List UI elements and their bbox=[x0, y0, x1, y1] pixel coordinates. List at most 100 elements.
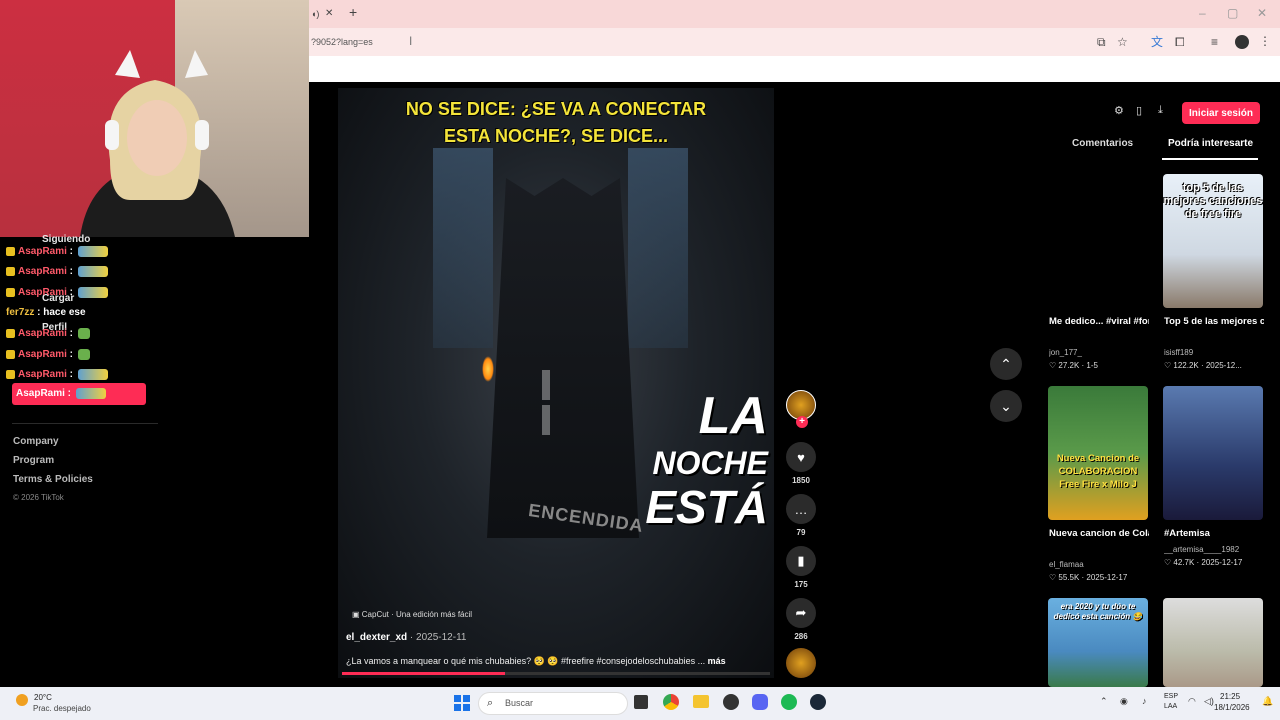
subscriber-badge-icon bbox=[6, 267, 15, 276]
tray-mic-icon[interactable]: ♪ bbox=[1142, 696, 1147, 706]
download-icon[interactable]: ⤓ bbox=[1158, 104, 1163, 117]
comment-action[interactable]: … 79 bbox=[784, 494, 818, 537]
video-card-author[interactable]: jon_177_ bbox=[1049, 348, 1149, 357]
video-author[interactable]: el_dexter_xd bbox=[346, 632, 407, 643]
next-video-button[interactable]: ⌄ bbox=[990, 390, 1022, 422]
tab-search-icon[interactable]: ≡ bbox=[1211, 35, 1218, 49]
chat-message: AsapRami : bbox=[6, 328, 90, 339]
tab-interesting[interactable]: Podría interesarte bbox=[1168, 138, 1253, 149]
video-thumbnail[interactable]: Nueva Cancion de COLABORACION Free Fire … bbox=[1048, 386, 1148, 520]
spotify-icon[interactable] bbox=[781, 694, 797, 710]
weather-desc[interactable]: Prac. despejado bbox=[33, 704, 91, 713]
translate-icon[interactable]: 文 bbox=[1151, 35, 1163, 49]
clock-date[interactable]: 18/1/2026 bbox=[1214, 703, 1250, 712]
video-card-title[interactable]: #Artemisa bbox=[1164, 528, 1264, 539]
keyboard-lang-2[interactable]: LAA bbox=[1164, 703, 1177, 710]
footer-link-company[interactable]: Company bbox=[13, 436, 93, 447]
windows-start-icon[interactable] bbox=[454, 695, 470, 711]
weather-temp[interactable]: 20°C bbox=[34, 693, 52, 702]
caption-more-button[interactable]: más bbox=[708, 656, 726, 666]
tray-chevron-icon[interactable]: ⌃ bbox=[1100, 696, 1108, 707]
emote-icon bbox=[77, 349, 90, 360]
sound-disc-icon[interactable] bbox=[786, 648, 816, 678]
save-action[interactable]: ▮ 175 bbox=[784, 546, 818, 589]
new-tab-button[interactable]: + bbox=[349, 5, 357, 19]
video-thumbnail[interactable]: top 5 de las mejores canciones de free f… bbox=[1163, 174, 1263, 308]
sidebar-divider bbox=[12, 423, 158, 424]
discord-icon[interactable] bbox=[752, 694, 768, 710]
chat-separator: : bbox=[66, 246, 76, 258]
video-player[interactable]: NO SE DICE: ¿SE VA A CONECTAR ESTA NOCHE… bbox=[338, 88, 774, 678]
headline-line-1: NO SE DICE: ¿SE VA A CONECTAR bbox=[405, 99, 707, 119]
footer-link-terms[interactable]: Terms & Policies bbox=[13, 474, 93, 485]
volume-icon[interactable]: ◁) bbox=[1204, 696, 1214, 707]
tab-comments[interactable]: Comentarios bbox=[1072, 138, 1133, 149]
video-card-stats: ♡ 27.2K · 1-5 bbox=[1049, 361, 1098, 370]
steam-icon[interactable] bbox=[810, 694, 826, 710]
video-card-title[interactable]: Top 5 de las mejores cancion... bbox=[1164, 316, 1264, 327]
emote-icon bbox=[77, 246, 108, 257]
chevron-down-icon: ⌄ bbox=[1000, 397, 1012, 414]
like-action[interactable]: ♥ 1850 bbox=[784, 442, 818, 485]
capcut-label[interactable]: ▣ CapCut · Una edición más fácil bbox=[352, 610, 472, 619]
share-icon[interactable]: ➦ bbox=[786, 598, 816, 628]
minimize-button[interactable]: – bbox=[1199, 6, 1206, 20]
url-text[interactable]: ?9052?lang=es bbox=[311, 37, 373, 47]
nav-following-ghost: Siguiendo bbox=[42, 234, 91, 245]
profile-avatar[interactable] bbox=[1235, 35, 1249, 49]
video-card-author[interactable]: el_flamaa bbox=[1049, 560, 1149, 569]
extensions-icon[interactable]: ⧠ bbox=[1175, 35, 1185, 49]
emote-icon bbox=[77, 287, 108, 298]
progress-fill bbox=[342, 672, 505, 675]
video-card-title[interactable]: Me dedico... #viral #foryoupage... bbox=[1049, 316, 1149, 327]
chat-username: AsapRami bbox=[18, 246, 67, 258]
bookmark-star-icon[interactable]: ☆ bbox=[1117, 35, 1128, 49]
chat-message: fer7zz : hace ese bbox=[6, 307, 86, 318]
heart-icon[interactable]: ♥ bbox=[786, 442, 816, 472]
clock-time[interactable]: 21:25 bbox=[1220, 692, 1240, 701]
maximize-button[interactable]: ▢ bbox=[1227, 6, 1238, 20]
keyboard-lang-1[interactable]: ESP bbox=[1164, 693, 1178, 700]
wifi-icon[interactable]: ◠ bbox=[1188, 696, 1196, 707]
video-thumbnail[interactable] bbox=[1163, 598, 1263, 687]
previous-video-button[interactable]: ⌃ bbox=[990, 348, 1022, 380]
install-app-icon[interactable]: ⧉ bbox=[1097, 35, 1106, 49]
chrome-icon[interactable] bbox=[663, 694, 679, 710]
webcam-overlay bbox=[0, 0, 309, 237]
pause-icon[interactable] bbox=[542, 370, 568, 435]
video-card-title[interactable]: Nueva cancion de Colaboracion de... bbox=[1049, 528, 1149, 539]
app-icon[interactable] bbox=[723, 694, 739, 710]
device-icon[interactable]: ▯ bbox=[1136, 104, 1142, 117]
comment-icon[interactable]: … bbox=[786, 494, 816, 524]
video-thumbnail[interactable] bbox=[1163, 386, 1263, 520]
footer-link-program[interactable]: Program bbox=[13, 455, 93, 466]
video-thumbnail[interactable]: era 2020 y tu dúo te dedicó esta canción… bbox=[1048, 598, 1148, 687]
login-button[interactable]: Iniciar sesión bbox=[1182, 102, 1260, 124]
chat-message: AsapRami : bbox=[6, 287, 108, 298]
video-progress-bar[interactable] bbox=[342, 672, 770, 675]
chat-username: AsapRami bbox=[16, 388, 65, 400]
chat-message: AsapRami : bbox=[6, 266, 108, 277]
video-card-author[interactable]: __artemisa____1982 bbox=[1164, 545, 1264, 554]
search-icon: ⌕ bbox=[487, 697, 494, 709]
stained-glass-window-left bbox=[433, 148, 493, 348]
help-icon[interactable]: ⚙ bbox=[1114, 104, 1124, 117]
close-tab-button[interactable]: ✕ bbox=[325, 7, 333, 21]
bookmark-icon[interactable]: ▮ bbox=[786, 546, 816, 576]
video-caption: ¿La vamos a manquear o qué mis chubabies… bbox=[346, 656, 706, 666]
close-window-button[interactable]: ✕ bbox=[1257, 6, 1267, 20]
taskbar-search-box[interactable]: ⌕ Buscar bbox=[478, 692, 628, 715]
task-view-icon[interactable] bbox=[634, 695, 648, 709]
notification-icon[interactable]: 🔔 bbox=[1262, 696, 1273, 707]
video-card-stats: ♡ 42.7K · 2025-12-17 bbox=[1164, 558, 1243, 567]
share-action[interactable]: ➦ 286 bbox=[784, 598, 818, 641]
chat-message: AsapRami : bbox=[6, 246, 108, 257]
video-thumbnail[interactable] bbox=[1048, 174, 1148, 308]
video-card-author[interactable]: isisff189 bbox=[1164, 348, 1264, 357]
follow-plus-button[interactable]: + bbox=[796, 416, 808, 428]
address-bar[interactable]: ?9052?lang=es I ⧉ ☆ 文 ⧠ ≡ ⋮ bbox=[309, 28, 1280, 56]
browser-menu-icon[interactable]: ⋮ bbox=[1259, 34, 1271, 48]
tray-network-icon[interactable]: ◉ bbox=[1120, 696, 1128, 707]
chat-message: AsapRami : bbox=[6, 369, 108, 380]
file-explorer-icon[interactable] bbox=[693, 695, 709, 708]
